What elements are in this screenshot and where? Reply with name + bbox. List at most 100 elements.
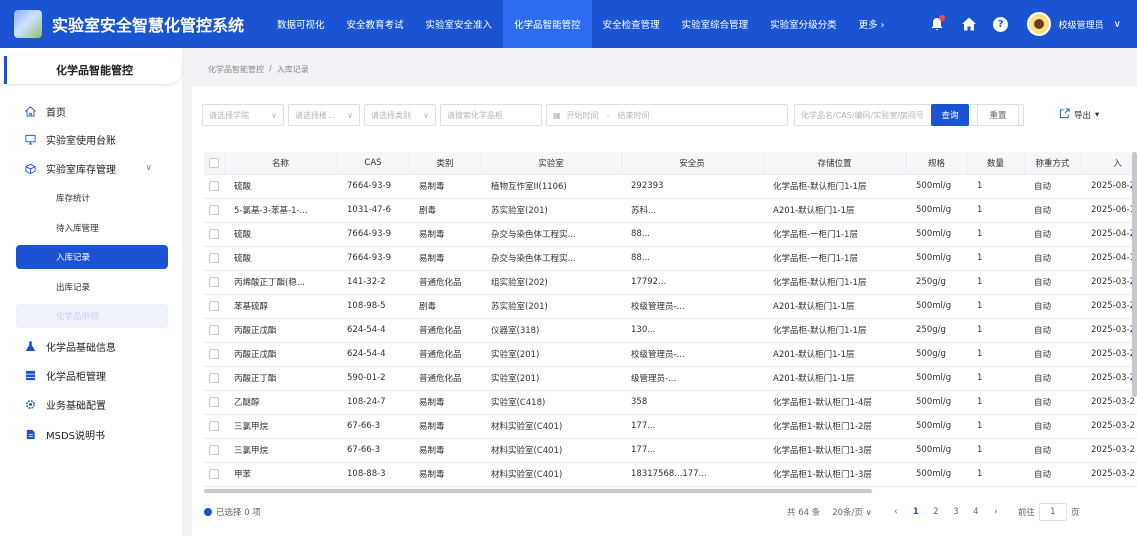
user-menu-chevron-icon[interactable]: ∨	[1114, 19, 1121, 30]
table-row[interactable]: 5-氯基-3-苯基-1-... 1031-47-6 剧毒 苏实验室(201) 苏科...…	[204, 198, 1137, 223]
cell-location: 化学品柜-默认柜门1-1层	[763, 270, 906, 295]
sidebar-item-label: 实验室使用台账	[46, 135, 116, 147]
page-4[interactable]: 4	[966, 507, 986, 517]
nav-safety-exam[interactable]: 安全教育考试	[336, 0, 415, 48]
cell-quantity: 1	[967, 414, 1024, 439]
reset-button[interactable]: 重置	[977, 104, 1019, 126]
nav-safety-inspection[interactable]: 安全检查管理	[592, 0, 671, 48]
sidebar-item-chemical-info[interactable]: 化学品基础信息	[0, 335, 182, 357]
cabinet-search-input[interactable]: 请搜索化学品柜	[440, 104, 542, 126]
cell-name: 丙酸正戊酯	[224, 342, 337, 367]
user-name[interactable]: 校级管理员	[1059, 18, 1104, 31]
row-checkbox[interactable]	[204, 270, 224, 295]
bell-icon[interactable]	[927, 14, 947, 34]
sidebar-item-msds[interactable]: MSDS说明书	[0, 423, 182, 445]
nav-lab-access[interactable]: 实验室安全准入	[415, 0, 504, 48]
next-page-button[interactable]: ›	[986, 507, 1006, 517]
select-all-checkbox[interactable]	[204, 152, 225, 175]
table-row[interactable]: 三氯甲烷 67-66-3 易制毒 材料实验室(C401) 177... 化学品柜1-默认柜…	[204, 414, 1137, 439]
cell-quantity: 1	[967, 246, 1024, 271]
row-checkbox[interactable]	[204, 198, 224, 223]
end-date-input[interactable]: 结束时间	[617, 110, 649, 121]
cell-cas: 141-32-2	[337, 270, 409, 295]
building-select[interactable]: 请选择楼... ∨	[288, 104, 360, 126]
table-row[interactable]: 硫酸 7664-93-9 易制毒 杂交与染色体工程实... 88... 化学品柜-一柜门1…	[204, 222, 1137, 247]
vertical-scrollbar[interactable]	[1132, 152, 1137, 482]
cell-spec: 500ml/g	[906, 366, 967, 391]
nav-lab-classification[interactable]: 实验室分级分类	[759, 0, 848, 48]
page-1[interactable]: 1	[906, 507, 926, 517]
cell-weigh-method: 自动	[1024, 318, 1081, 343]
row-checkbox[interactable]	[204, 366, 224, 391]
table-row[interactable]: 苯基硫醇 108-98-5 剧毒 苏实验室(201) 校级管理员-... A201-默认柜…	[204, 294, 1137, 319]
cell-location: 化学品柜1-默认柜门1-3层	[763, 462, 906, 487]
table-row[interactable]: 丙烯酸正丁酯(稳... 141-32-2 普通危化品 组实验室(202) 17792..…	[204, 270, 1137, 295]
page-3[interactable]: 3	[946, 507, 966, 517]
row-checkbox[interactable]	[204, 438, 224, 463]
breadcrumb-root[interactable]: 化学品智能管控	[208, 64, 264, 75]
sidebar-item-cabinet[interactable]: 化学品柜管理	[0, 364, 182, 386]
breadcrumb: 化学品智能管控 / 入库记录	[208, 64, 309, 75]
row-checkbox[interactable]	[204, 462, 224, 487]
nav-more[interactable]: 更多 ›	[848, 0, 891, 48]
export-button[interactable]: 导出 ▾	[1059, 108, 1099, 122]
sidebar-sub-outbound-records[interactable]: 出库记录	[16, 275, 168, 299]
prev-page-button[interactable]: ‹	[886, 507, 906, 517]
page-size-select[interactable]: 20条/页 ∨	[832, 506, 872, 518]
nav-chemical-control[interactable]: 化学品智能管控	[503, 0, 592, 48]
cell-category: 易制毒	[409, 414, 481, 439]
help-icon[interactable]: ?	[991, 14, 1011, 34]
sidebar-sub-chemical-claim[interactable]: 化学品申领	[16, 304, 168, 328]
table-row[interactable]: 乙醚醇 108-24-7 易制毒 实验室(C418) 358 化学品柜1-默认柜门1-4层…	[204, 390, 1137, 415]
sidebar-sub-inventory-stats[interactable]: 库存统计	[16, 186, 168, 210]
college-select[interactable]: 请选择学院 ∨	[202, 104, 284, 126]
table-row[interactable]: 丙酸正戊酯 624-54-4 普通危化品 实验室(201) 校级管理员-... A201-…	[204, 342, 1137, 367]
table-row[interactable]: 硫酸 7664-93-9 易制毒 植物互作室II(1106) 292393 化学品柜-默认…	[204, 174, 1137, 199]
row-checkbox[interactable]	[204, 246, 224, 271]
table-row[interactable]: 硫酸 7664-93-9 易制毒 杂交与染色体工程实... 88... 化学品柜-一柜门1…	[204, 246, 1137, 271]
home-icon[interactable]	[959, 14, 979, 34]
app-logo	[14, 10, 42, 38]
cell-safety-officer: 292393	[621, 174, 763, 199]
row-checkbox[interactable]	[204, 318, 224, 343]
table-row[interactable]: 三氯甲烷 67-66-3 易制毒 材料实验室(C401) 177... 化学品柜1-默认柜…	[204, 438, 1137, 463]
cell-category: 普通危化品	[409, 270, 481, 295]
nav-lab-management[interactable]: 实验室综合管理	[671, 0, 760, 48]
cell-name: 5-氯基-3-苯基-1-...	[224, 198, 337, 223]
nav-data-visualization[interactable]: 数据可视化	[266, 0, 336, 48]
sidebar-item-usage-ledger[interactable]: 实验室使用台账	[0, 128, 182, 150]
category-select[interactable]: 请选择类别 ∨	[364, 104, 436, 126]
table-row[interactable]: 丙酸正戊酯 624-54-4 普通危化品 仪器室(318) 130... 化学品柜-默认柜…	[204, 318, 1137, 343]
query-button[interactable]: 查询	[931, 104, 969, 126]
row-checkbox[interactable]	[204, 294, 224, 319]
cell-cas: 7664-93-9	[337, 174, 409, 199]
date-range-picker[interactable]: ▦ 开始时间 - 结束时间	[546, 104, 788, 126]
cell-spec: 500ml/g	[906, 222, 967, 247]
cell-lab: 材料实验室(C401)	[481, 414, 621, 439]
row-checkbox[interactable]	[204, 390, 224, 415]
sidebar-sub-inbound-records[interactable]: 入库记录	[16, 245, 168, 269]
table-row[interactable]: 丙酸正丁酯 590-01-2 普通危化品 实验室(201) 级管理员-... A201-默…	[204, 366, 1137, 391]
goto-page-input[interactable]: 1	[1038, 503, 1067, 521]
cell-cas: 67-66-3	[337, 414, 409, 439]
cell-weigh-method: 自动	[1024, 342, 1081, 367]
cell-lab: 仪器室(318)	[481, 318, 621, 343]
cell-location: A201-默认柜门1-1层	[763, 366, 906, 391]
horizontal-scrollbar[interactable]	[204, 489, 872, 493]
row-checkbox[interactable]	[204, 222, 224, 247]
start-date-input[interactable]: 开始时间	[567, 110, 599, 121]
sidebar-sub-pending-inbound[interactable]: 待入库管理	[16, 216, 168, 240]
table-row[interactable]: 甲苯 108-88-3 易制毒 材料实验室(C401) 18317568...177..…	[204, 462, 1137, 487]
avatar[interactable]	[1026, 12, 1051, 36]
row-checkbox[interactable]	[204, 414, 224, 439]
filter-bar: 请选择学院 ∨ 请选择楼... ∨ 请选择类别 ∨ 请搜索化学品柜 ▦ 开始时间 - …	[202, 104, 1028, 126]
vertical-scroll-thumb[interactable]	[1132, 152, 1137, 397]
cell-spec: 500ml/g	[906, 438, 967, 463]
row-checkbox[interactable]	[204, 174, 224, 199]
sidebar-item-home[interactable]: 首页	[0, 100, 182, 122]
row-checkbox[interactable]	[204, 342, 224, 367]
sidebar-item-business-config[interactable]: 业务基础配置	[0, 393, 182, 415]
page-2[interactable]: 2	[926, 507, 946, 517]
sidebar-item-inventory[interactable]: 实验室库存管理 ∨	[0, 157, 182, 179]
cell-spec: 500ml/g	[906, 294, 967, 319]
